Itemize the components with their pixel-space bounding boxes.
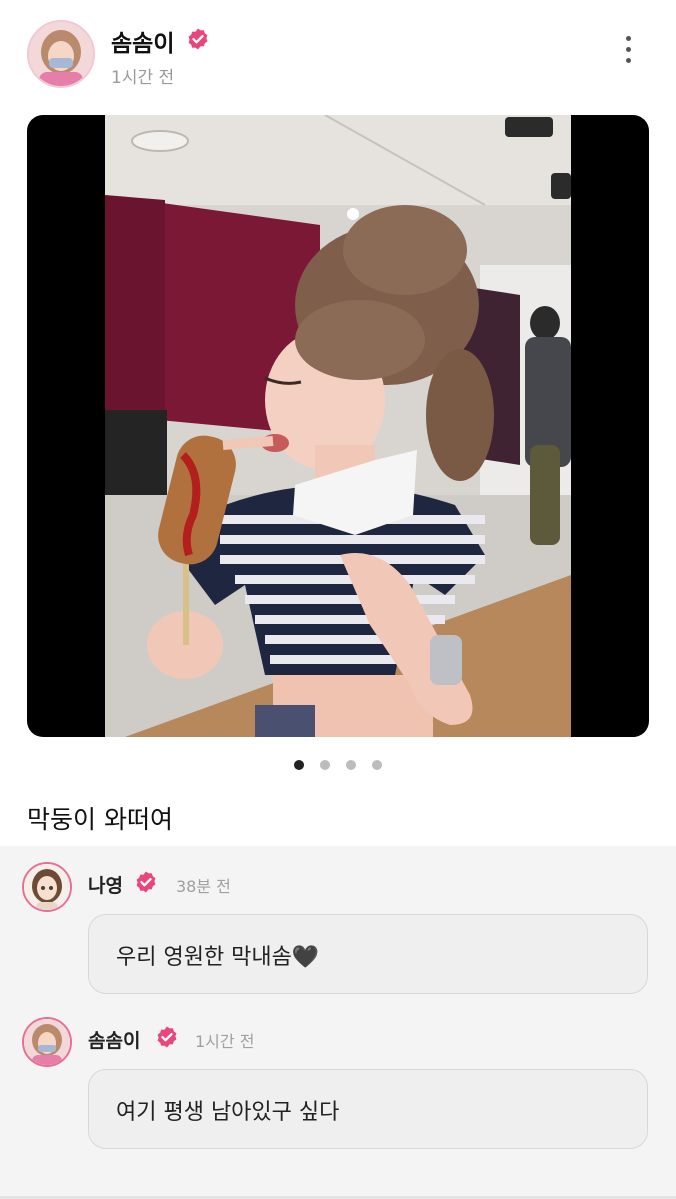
comment-time: 1시간 전: [195, 1032, 255, 1051]
commenter-name[interactable]: 나영: [88, 871, 123, 898]
author-name[interactable]: 솜솜이: [111, 24, 174, 58]
verified-badge-icon: [134, 870, 158, 894]
post-header: 솜솜이 1시간 전: [0, 0, 676, 105]
verified-badge-icon: [155, 1025, 179, 1049]
carousel-dot-4[interactable]: [372, 760, 382, 770]
more-options-icon[interactable]: [612, 36, 644, 72]
comment-bubble[interactable]: 우리 영원한 막내솜🖤: [88, 914, 648, 994]
carousel-dot-3[interactable]: [346, 760, 356, 770]
comment-bubble[interactable]: 여기 평생 남아있구 싶다: [88, 1069, 648, 1149]
commenter-avatar[interactable]: [22, 1017, 72, 1067]
post-photo: [105, 115, 571, 737]
post-media[interactable]: [27, 115, 649, 737]
carousel-dot-1[interactable]: [294, 760, 304, 770]
author-avatar[interactable]: [27, 20, 95, 88]
post-time: 1시간 전: [111, 68, 175, 88]
comment-time: 38분 전: [176, 877, 231, 896]
carousel-dot-2[interactable]: [320, 760, 330, 770]
carousel-indicator[interactable]: [0, 755, 676, 770]
verified-badge-icon: [186, 27, 210, 51]
comments-section: 나영 38분 전 우리 영원한 막내솜🖤 솜솜이 1시간 전 여기 평생 남아있…: [0, 846, 676, 1199]
commenter-name[interactable]: 솜솜이: [88, 1026, 140, 1053]
post-caption: 막둥이 와떠여: [27, 805, 173, 834]
commenter-avatar[interactable]: [22, 862, 72, 912]
